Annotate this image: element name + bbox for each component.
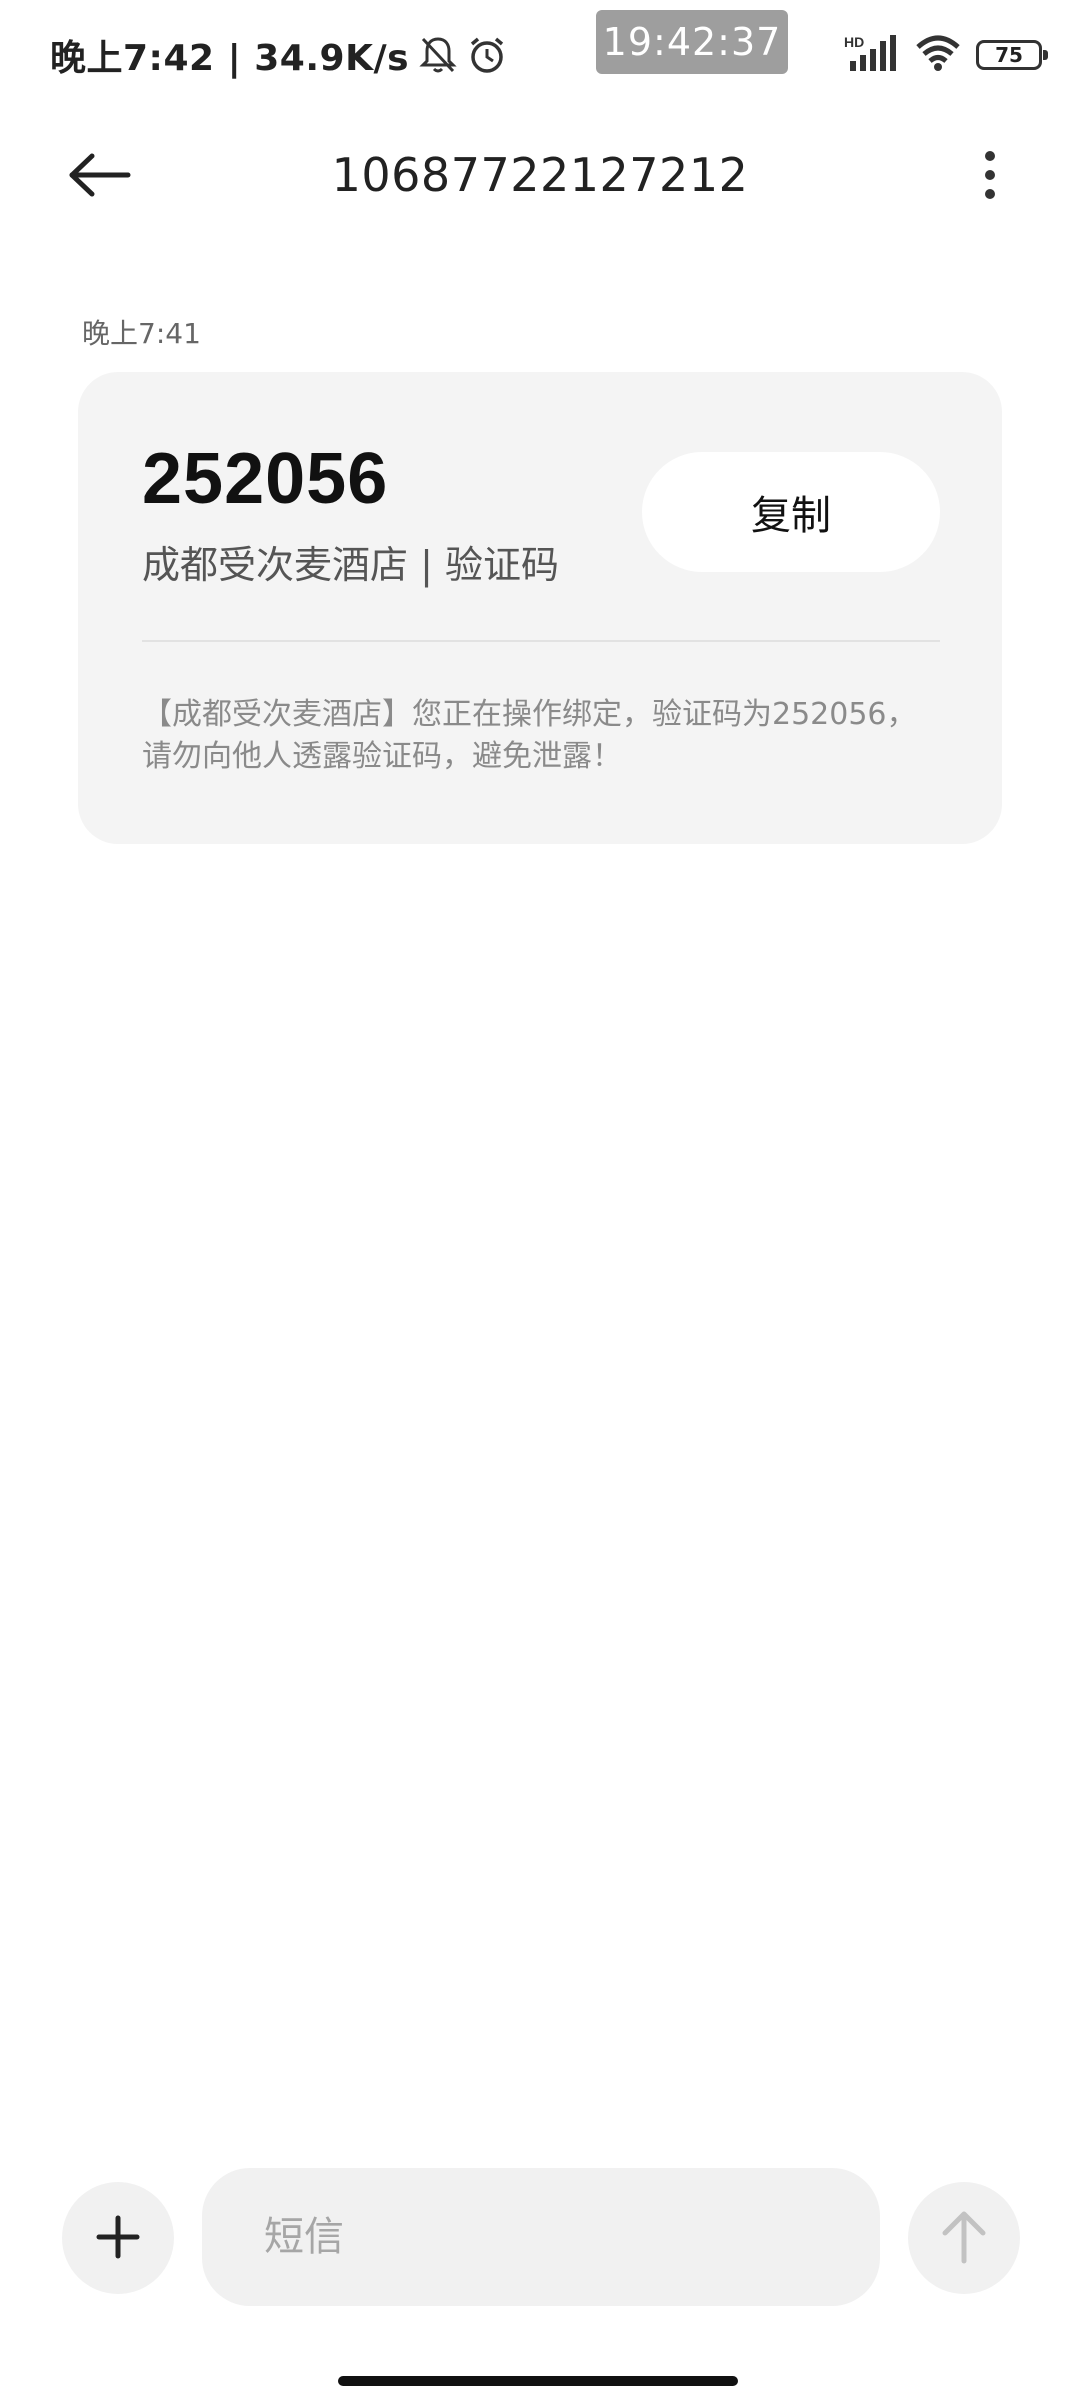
card-divider xyxy=(142,640,940,642)
conversation-title: 10687722127212 xyxy=(331,148,749,202)
messages-screen: 晚上7:42 | 34.9K/s 19:42:37 HD 75 10687722… xyxy=(0,0,1080,2400)
message-body[interactable]: 【成都受次麦酒店】您正在操作绑定，验证码为252056，请勿向他人透露验证码，避… xyxy=(142,694,940,778)
add-attachment-button[interactable] xyxy=(62,2182,174,2294)
plus-icon xyxy=(93,2212,143,2265)
code-subtitle: 成都受次麦酒店 | 验证码 xyxy=(142,543,559,587)
more-vertical-icon xyxy=(985,151,995,161)
status-right: HD 75 xyxy=(844,30,1048,80)
status-time-speed: 晚上7:42 | 34.9K/s xyxy=(50,38,410,79)
send-button[interactable] xyxy=(908,2182,1020,2294)
bell-off-icon xyxy=(419,35,457,75)
message-timestamp: 晚上7:41 xyxy=(82,317,201,350)
alarm-icon xyxy=(467,35,507,75)
sms-input[interactable] xyxy=(202,2168,880,2306)
app-bar: 10687722127212 xyxy=(0,120,1080,230)
arrow-up-icon xyxy=(939,2209,989,2268)
battery-level: 75 xyxy=(995,43,1023,67)
verification-code-card: 252056 成都受次麦酒店 | 验证码 复制 【成都受次麦酒店】您正在操作绑定… xyxy=(78,372,1002,844)
status-left: 晚上7:42 | 34.9K/s xyxy=(50,30,507,80)
copy-button[interactable]: 复制 xyxy=(642,452,940,572)
verification-code[interactable]: 252056 xyxy=(142,438,388,520)
back-button[interactable] xyxy=(68,142,158,212)
wifi-icon xyxy=(914,33,962,77)
clock-badge: 19:42:37 xyxy=(596,10,788,74)
composer-bar xyxy=(0,2168,1080,2308)
status-bar: 晚上7:42 | 34.9K/s 19:42:37 HD 75 xyxy=(0,0,1080,110)
signal-icon: HD xyxy=(844,33,900,77)
home-indicator[interactable] xyxy=(338,2376,738,2386)
more-options-button[interactable] xyxy=(960,140,1020,210)
battery-icon: 75 xyxy=(976,40,1048,70)
arrow-left-icon xyxy=(68,153,132,201)
svg-text:HD: HD xyxy=(844,34,864,50)
